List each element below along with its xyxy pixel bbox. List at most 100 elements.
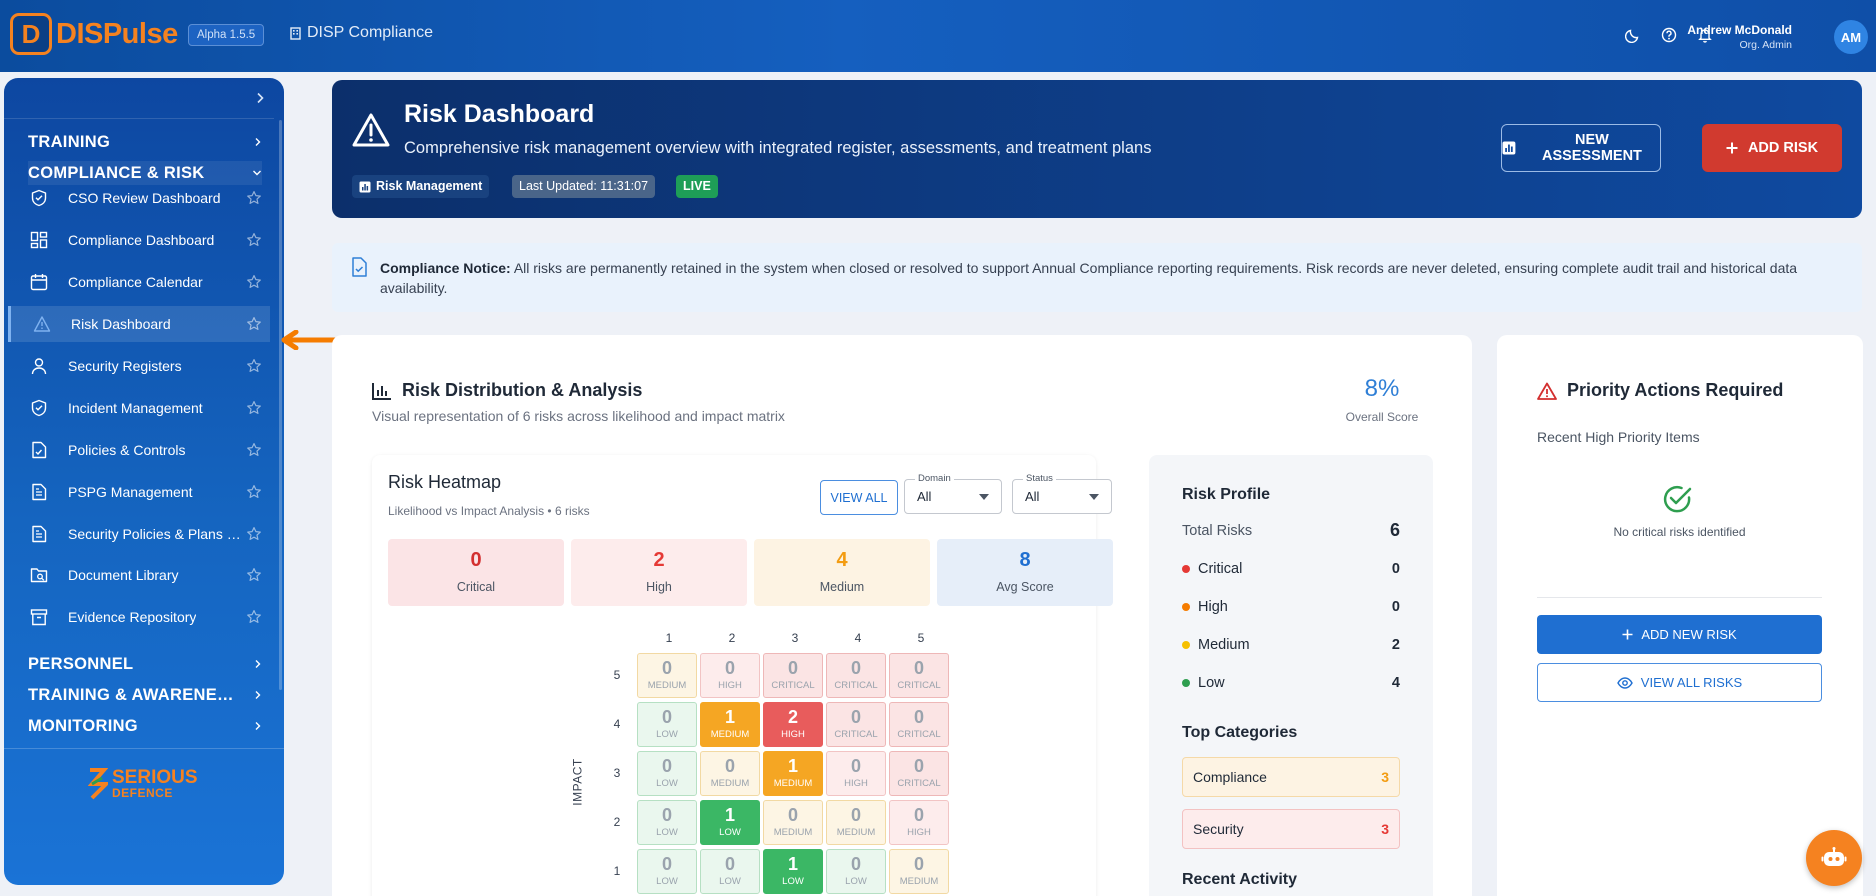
heatmap-cell[interactable]: 2 HIGH bbox=[763, 702, 823, 747]
heatmap-cell[interactable]: 1 MEDIUM bbox=[700, 702, 760, 747]
view-all-button[interactable]: VIEW ALL bbox=[820, 480, 898, 515]
add-risk-button[interactable]: ADD RISK bbox=[1702, 124, 1842, 172]
sidebar-item-pspg-management[interactable]: PSPG Management bbox=[8, 474, 270, 510]
sidebar-section-monitoring[interactable]: MONITORING bbox=[28, 714, 262, 738]
module-chip-label: Risk Management bbox=[376, 179, 483, 193]
cell-count: 2 bbox=[787, 707, 798, 727]
avatar[interactable]: AM bbox=[1834, 20, 1868, 54]
help-icon[interactable] bbox=[1658, 24, 1680, 46]
heatmap-cell[interactable]: 0 CRITICAL bbox=[889, 702, 949, 747]
heatmap-cell[interactable]: 0 CRITICAL bbox=[826, 702, 886, 747]
category-item[interactable]: Compliance 3 bbox=[1182, 757, 1400, 797]
heatmap-cell[interactable]: 0 CRITICAL bbox=[763, 653, 823, 698]
sidebar-divider bbox=[4, 748, 284, 749]
document-icon bbox=[32, 525, 47, 543]
cell-count: 0 bbox=[787, 658, 798, 678]
heatmap-cell[interactable]: 0 MEDIUM bbox=[637, 653, 697, 698]
page-title: Risk Dashboard bbox=[404, 100, 595, 128]
new-assessment-button[interactable]: NEW ASSESSMENT bbox=[1501, 124, 1661, 172]
heatmap-cell[interactable]: 0 LOW bbox=[637, 751, 697, 796]
plus-icon bbox=[1622, 629, 1633, 640]
impact-axis-tick: 1 bbox=[613, 864, 621, 878]
heatmap-cell[interactable]: 0 CRITICAL bbox=[889, 751, 949, 796]
sidebar-item-label: PSPG Management bbox=[68, 484, 193, 500]
warning-triangle-icon bbox=[352, 113, 390, 147]
page-subtitle: Comprehensive risk management overview w… bbox=[404, 139, 1152, 157]
heatmap-cell[interactable]: 0 HIGH bbox=[826, 751, 886, 796]
star-icon[interactable] bbox=[246, 400, 262, 416]
heatmap-cell[interactable]: 0 HIGH bbox=[700, 653, 760, 698]
sidebar-item-security-registers[interactable]: Security Registers bbox=[8, 348, 270, 384]
heatmap-cell[interactable]: 0 LOW bbox=[637, 849, 697, 894]
risk-level-count: 4 bbox=[1391, 675, 1400, 691]
star-icon[interactable] bbox=[246, 484, 262, 500]
cell-count: 0 bbox=[850, 707, 861, 727]
star-icon[interactable] bbox=[246, 442, 262, 458]
star-icon[interactable] bbox=[246, 358, 262, 374]
star-icon[interactable] bbox=[246, 567, 262, 583]
view-all-risks-button[interactable]: VIEW ALL RISKS bbox=[1537, 663, 1822, 702]
heatmap-cell[interactable]: 0 HIGH bbox=[889, 800, 949, 845]
heatmap-cell[interactable]: 1 LOW bbox=[763, 849, 823, 894]
check-circle-icon bbox=[1663, 485, 1692, 513]
heatmap-cell[interactable]: 0 CRITICAL bbox=[889, 653, 949, 698]
heatmap-cell[interactable]: 0 LOW bbox=[637, 800, 697, 845]
heatmap-cell[interactable]: 0 MEDIUM bbox=[700, 751, 760, 796]
heatmap-cell[interactable]: 0 LOW bbox=[637, 702, 697, 747]
status-select[interactable]: Status All bbox=[1012, 473, 1112, 514]
module-chip: Risk Management bbox=[352, 175, 490, 198]
star-icon[interactable] bbox=[246, 609, 262, 625]
heatmap-cell[interactable]: 1 LOW bbox=[700, 800, 760, 845]
moon-icon[interactable] bbox=[1622, 24, 1644, 46]
overall-score-label: Overall Score bbox=[1345, 410, 1419, 424]
sidebar-section-training[interactable]: TRAINING bbox=[28, 130, 262, 154]
risk-level-count: 0 bbox=[1391, 599, 1400, 615]
stat-value: 2 bbox=[653, 549, 665, 571]
heatmap-cell[interactable]: 0 MEDIUM bbox=[889, 849, 949, 894]
sidebar-item-label: Security Policies & Plans Management bbox=[68, 526, 248, 542]
sidebar-item-evidence-repository[interactable]: Evidence Repository bbox=[8, 599, 270, 635]
star-icon[interactable] bbox=[246, 232, 262, 248]
sidebar-section-training-awareness[interactable]: TRAINING & AWARENESS bbox=[28, 683, 262, 707]
cell-level: HIGH bbox=[844, 778, 868, 789]
sidebar-item-risk-dashboard[interactable]: Risk Dashboard bbox=[8, 306, 270, 342]
sidebar-item-incident-management[interactable]: Incident Management bbox=[8, 390, 270, 426]
sidebar-item-policies-controls[interactable]: Policies & Controls bbox=[8, 432, 270, 468]
section-label: TRAINING bbox=[28, 132, 111, 151]
sidebar-item-compliance-dashboard[interactable]: Compliance Dashboard bbox=[8, 222, 270, 258]
heatmap-cell[interactable]: 1 MEDIUM bbox=[763, 751, 823, 796]
risk-profile-title: Risk Profile bbox=[1182, 486, 1271, 503]
category-label: Compliance bbox=[1193, 769, 1267, 785]
impact-axis-tick: 5 bbox=[613, 668, 621, 682]
star-icon[interactable] bbox=[246, 316, 262, 332]
heatmap-cell[interactable]: 0 MEDIUM bbox=[763, 800, 823, 845]
cell-count: 0 bbox=[913, 756, 924, 776]
sidebar-section-personnel[interactable]: PERSONNEL bbox=[28, 652, 262, 676]
plus-icon bbox=[1726, 142, 1738, 154]
app-logo[interactable]: D DISPulse bbox=[10, 13, 178, 55]
chat-assistant-button[interactable] bbox=[1806, 830, 1862, 886]
sidebar-scrollbar[interactable] bbox=[279, 120, 282, 690]
heatmap-cell[interactable]: 0 LOW bbox=[826, 849, 886, 894]
sidebar-item-compliance-calendar[interactable]: Compliance Calendar bbox=[8, 264, 270, 300]
sidebar-item-cso-review-dashboard[interactable]: CSO Review Dashboard bbox=[8, 180, 270, 216]
cell-level: MEDIUM bbox=[773, 827, 813, 838]
category-item[interactable]: Security 3 bbox=[1182, 809, 1400, 849]
sidebar-item-security-policies-plans-management[interactable]: Security Policies & Plans Management bbox=[8, 516, 270, 552]
likelihood-axis-tick: 5 bbox=[917, 631, 925, 645]
star-icon[interactable] bbox=[246, 274, 262, 290]
stat-card-medium: 4 Medium bbox=[754, 539, 930, 606]
heatmap-cell[interactable]: 0 CRITICAL bbox=[826, 653, 886, 698]
add-new-risk-button[interactable]: ADD NEW RISK bbox=[1537, 615, 1822, 654]
domain-select[interactable]: Domain All bbox=[904, 473, 1002, 514]
sidebar-item-document-library[interactable]: Document Library bbox=[8, 557, 270, 593]
heatmap-cell[interactable]: 0 MEDIUM bbox=[826, 800, 886, 845]
star-icon[interactable] bbox=[246, 526, 262, 542]
chevron-right-icon[interactable] bbox=[250, 88, 270, 108]
risk-distribution-card: Risk Distribution & Analysis Visual repr… bbox=[332, 335, 1472, 896]
heatmap-cell[interactable]: 0 LOW bbox=[700, 849, 760, 894]
user-info[interactable]: Andrew McDonald Org. Admin bbox=[1687, 23, 1792, 51]
star-icon[interactable] bbox=[246, 190, 262, 206]
cell-level: CRITICAL bbox=[897, 778, 941, 789]
risk-level-name: Critical bbox=[1198, 561, 1243, 577]
